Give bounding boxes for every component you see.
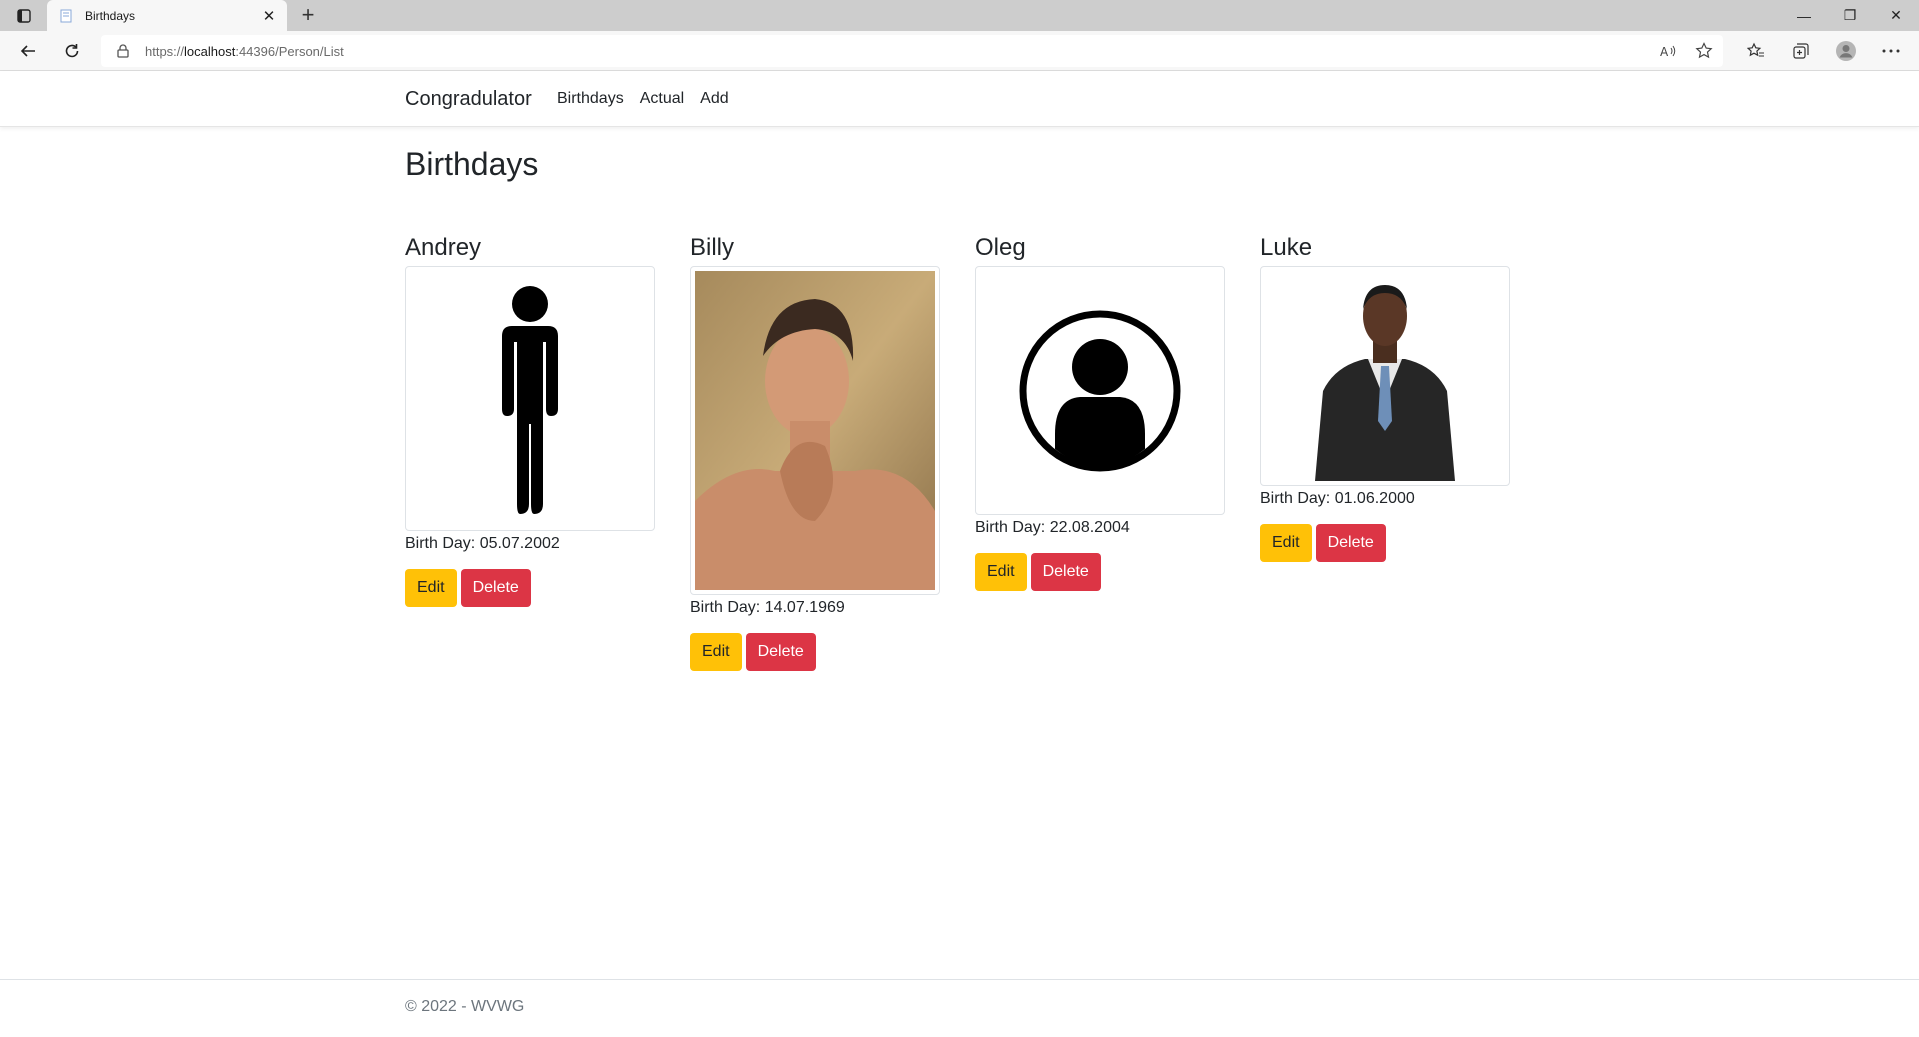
web-page: Congradulator Birthdays Actual Add Birth… (0, 71, 1919, 1037)
person-name: Billy (690, 234, 735, 261)
person-card-luke: Luke Birth Day: 01.06.2000 Edit Delete (1260, 231, 1512, 562)
window-close-button[interactable]: ✕ (1873, 0, 1919, 31)
refresh-icon[interactable] (60, 39, 84, 63)
person-photo (690, 266, 940, 595)
tab-title: Birthdays (85, 8, 136, 23)
birth-day-text: Birth Day: 05.07.2002 (405, 535, 560, 552)
svg-text:A: A (1660, 45, 1669, 58)
back-arrow-icon[interactable] (16, 39, 40, 63)
birth-day-text: Birth Day: 01.06.2000 (1260, 490, 1415, 507)
read-aloud-icon[interactable]: A (1657, 39, 1679, 63)
edit-button[interactable]: Edit (690, 633, 742, 671)
person-card-andrey: Andrey Birth Day: 05.07.2002 Edit Delete (405, 231, 657, 607)
site-navbar: Congradulator Birthdays Actual Add (0, 71, 1919, 127)
nav-link-actual[interactable]: Actual (640, 90, 684, 108)
edit-button[interactable]: Edit (1260, 524, 1312, 562)
person-photo (975, 266, 1225, 515)
person-photo (405, 266, 655, 531)
brand-link[interactable]: Congradulator (405, 88, 532, 111)
nav-link-add[interactable]: Add (700, 90, 728, 108)
browser-tab[interactable]: Birthdays ✕ (47, 0, 287, 31)
person-name: Oleg (975, 234, 1026, 261)
new-tab-button[interactable]: + (296, 2, 320, 27)
birth-day-text: Birth Day: 22.08.2004 (975, 519, 1130, 536)
address-bar[interactable]: https://localhost:44396/Person/List A (101, 35, 1723, 67)
edit-button[interactable]: Edit (405, 569, 457, 607)
browser-toolbar: https://localhost:44396/Person/List A (0, 31, 1919, 71)
birth-day-text: Birth Day: 14.07.1969 (690, 599, 845, 616)
nav-links: Birthdays Actual Add (557, 90, 729, 108)
copyright-text: © 2022 - WVWG (405, 998, 525, 1015)
businessman-photo (1265, 271, 1505, 481)
person-name: Luke (1260, 234, 1313, 261)
lock-icon[interactable] (117, 43, 131, 59)
restore-button[interactable]: ❐ (1827, 0, 1873, 31)
delete-button[interactable]: Delete (460, 569, 531, 607)
standing-person-icon (502, 285, 558, 514)
add-favorite-icon[interactable] (1693, 39, 1715, 63)
site-footer: © 2022 - WVWG (0, 979, 1919, 1037)
page-title: Birthdays (405, 146, 539, 182)
url-text[interactable]: https://localhost:44396/Person/List (145, 44, 344, 59)
user-circle-icon (1019, 310, 1181, 471)
more-menu-icon[interactable] (1879, 39, 1903, 63)
tab-actions-icon[interactable] (14, 6, 34, 26)
page-favicon-icon (60, 9, 72, 22)
person-name: Andrey (405, 234, 482, 261)
collections-icon[interactable] (1789, 39, 1813, 63)
browser-tab-strip: Birthdays ✕ + — ❐ ✕ (0, 0, 1919, 31)
favorites-icon[interactable] (1744, 39, 1768, 63)
person-card-oleg: Oleg Birth Day: 22.08.2004 Edit Delete (975, 231, 1227, 591)
tab-close-icon[interactable]: ✕ (261, 7, 277, 25)
person-card-billy: Billy Birth Day: 14.07.1969 Edit Delete (690, 231, 942, 671)
delete-button[interactable]: Delete (745, 633, 816, 671)
delete-button[interactable]: Delete (1315, 524, 1386, 562)
man-photo (695, 271, 935, 590)
minimize-button[interactable]: — (1781, 0, 1827, 31)
profile-avatar-icon[interactable] (1834, 39, 1858, 63)
nav-link-birthdays[interactable]: Birthdays (557, 90, 624, 108)
edit-button[interactable]: Edit (975, 553, 1027, 591)
person-photo (1260, 266, 1510, 486)
delete-button[interactable]: Delete (1030, 553, 1101, 591)
